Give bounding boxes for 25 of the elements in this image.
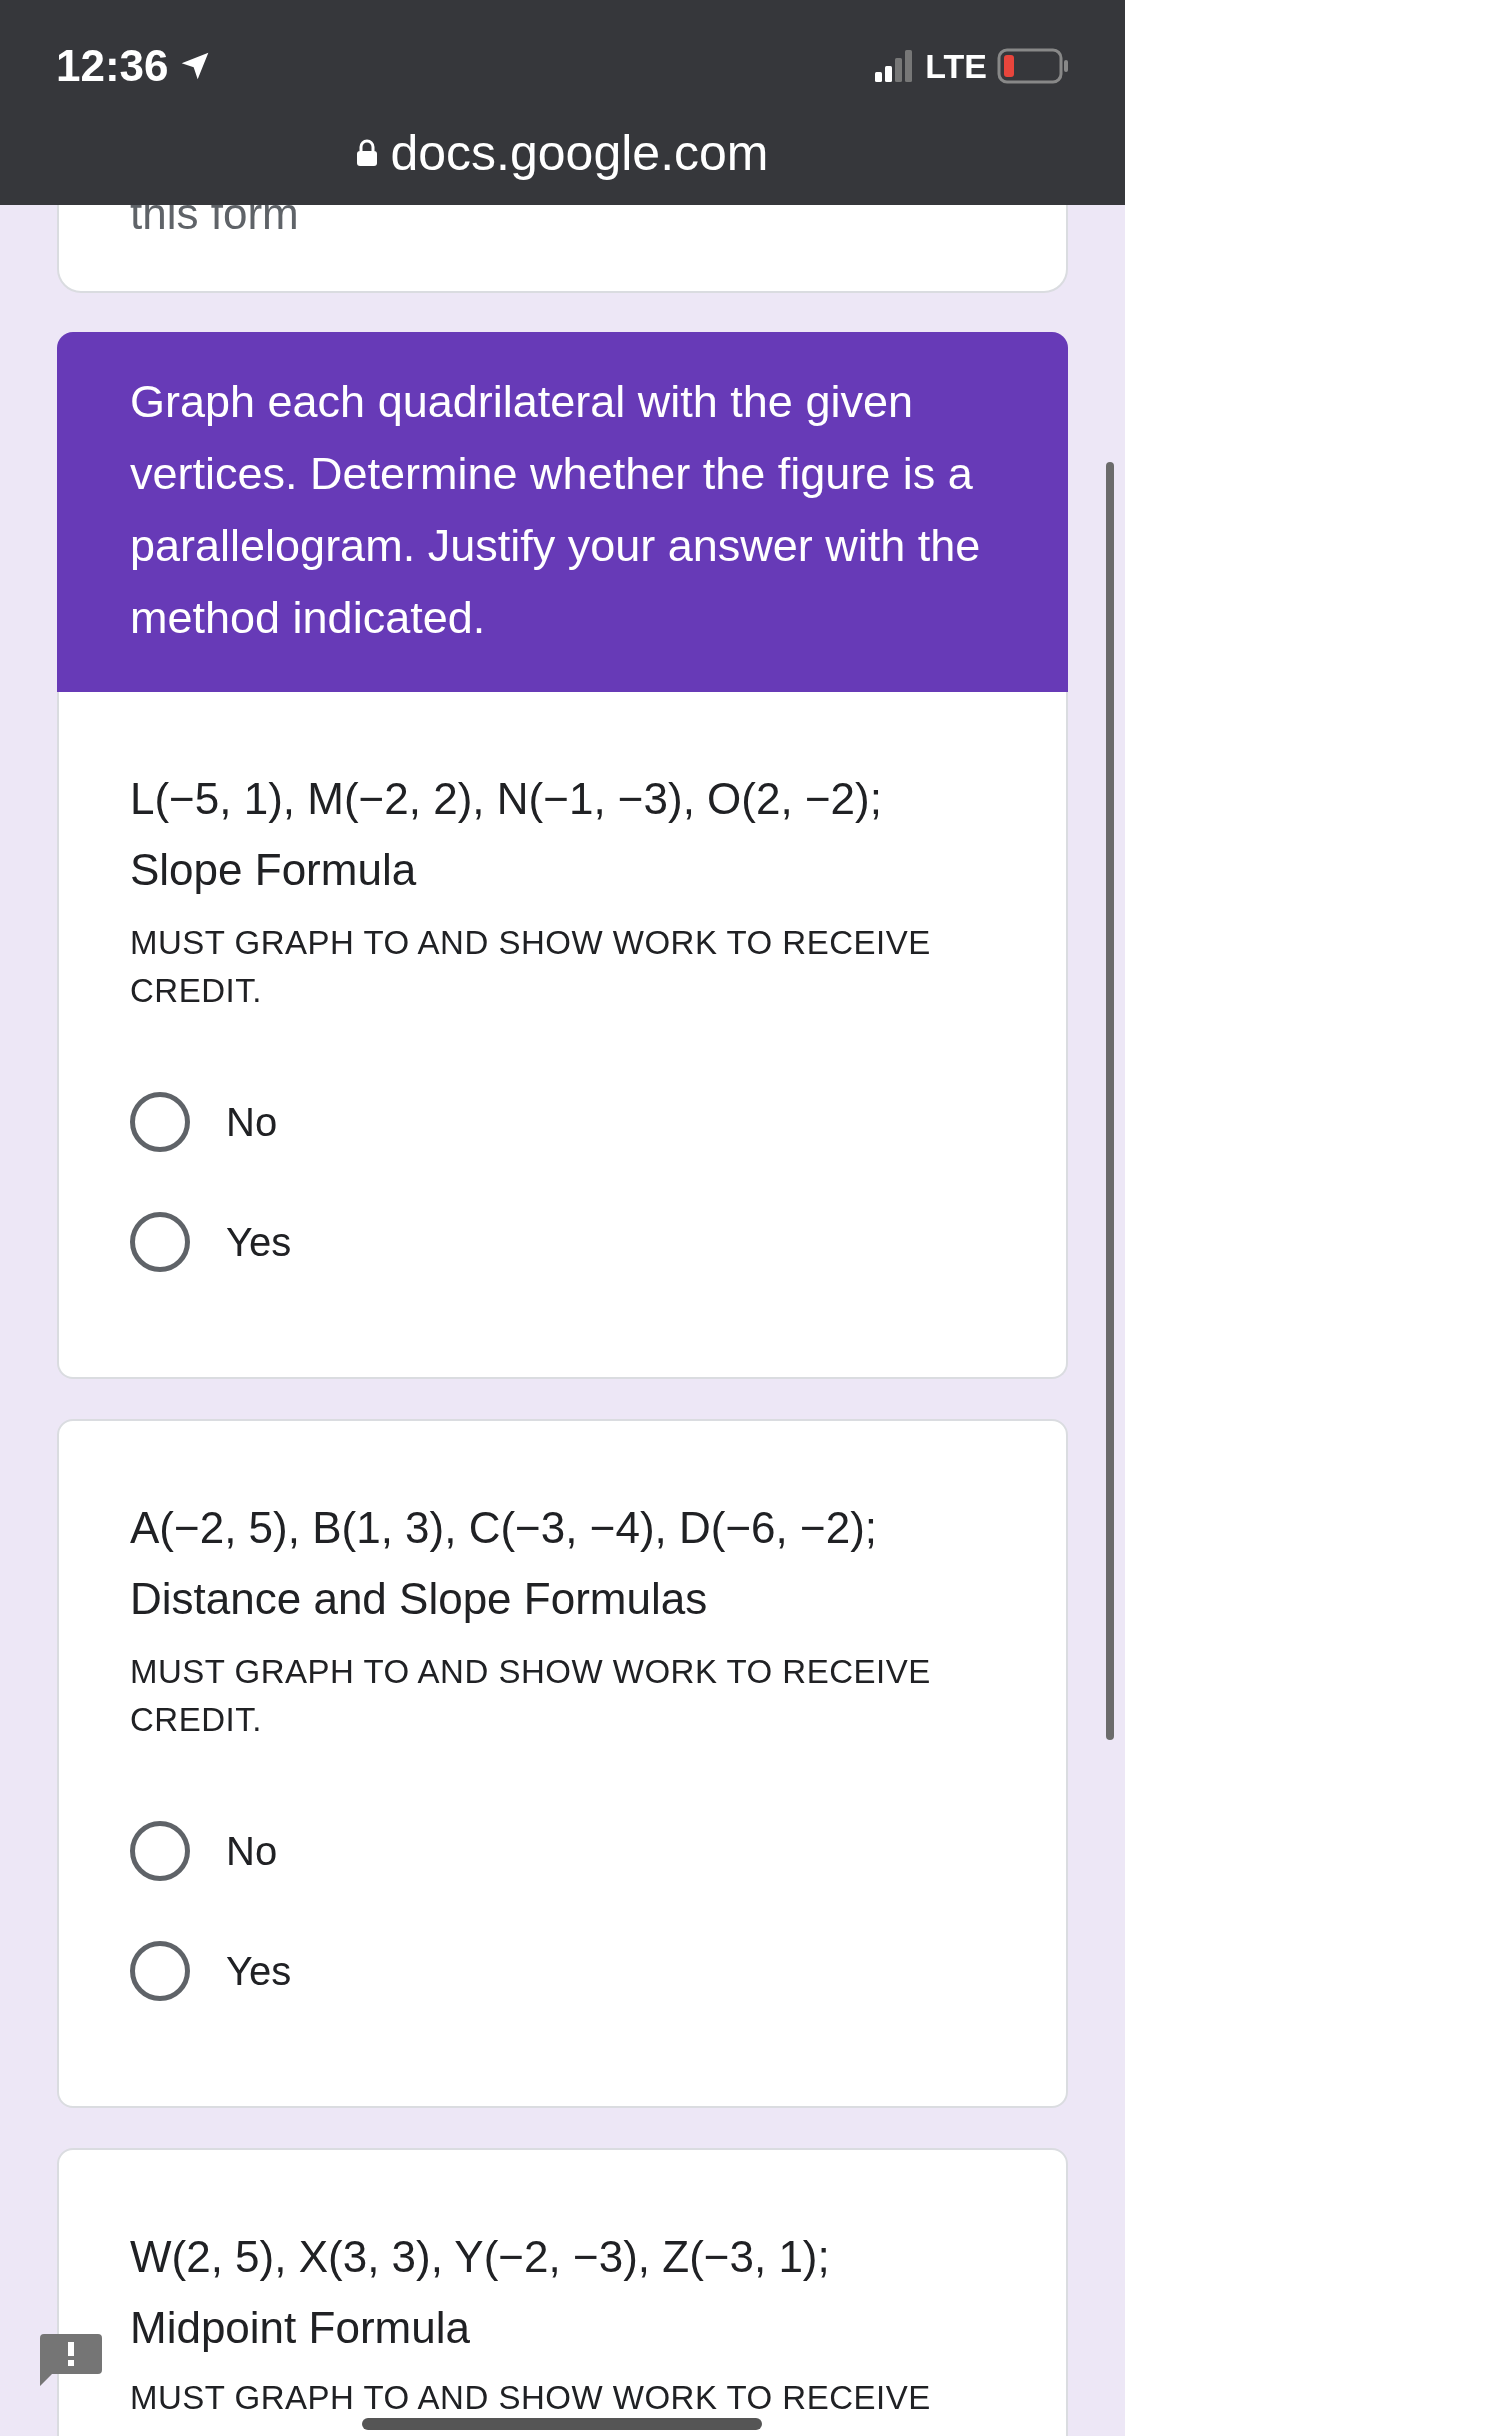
section-description: Graph each quadrilateral with the given vertices. Determine whether the figure is a parallelogram. Justify your answer with the method indicated. — [130, 375, 982, 645]
radio-option[interactable]: No — [130, 1092, 1006, 1152]
radio-option[interactable]: No — [130, 1821, 1006, 1881]
question-method: Slope Formula — [130, 844, 418, 896]
radio-button[interactable] — [130, 1821, 190, 1881]
lock-icon — [356, 139, 379, 167]
url-text[interactable]: docs.google.com — [390, 128, 769, 178]
network-label: LTE — [925, 49, 987, 83]
scrollbar[interactable] — [1106, 462, 1114, 1740]
battery-icon — [997, 48, 1069, 84]
question-description: MUST GRAPH TO AND SHOW WORK TO RECEIVE — [130, 2381, 932, 2415]
question-title: W(2, 5), X(3, 3), Y(−2, −3), Z(−3, 1); — [130, 2231, 831, 2283]
radio-button[interactable] — [130, 1212, 190, 1272]
question-title: L(−5, 1), M(−2, 2), N(−1, −3), O(2, −2); — [130, 773, 883, 825]
clock-time: 12:36 — [56, 44, 169, 88]
question-description: MUST GRAPH TO AND SHOW WORK TO RECEIVE CREDIT. — [130, 1652, 932, 1740]
question-method: Midpoint Formula — [130, 2302, 471, 2354]
question-title: A(−2, 5), B(1, 3), C(−3, −4), D(−6, −2); — [130, 1502, 879, 1554]
radio-button[interactable] — [130, 1092, 190, 1152]
question-method: Distance and Slope Formulas — [130, 1573, 709, 1625]
radio-option[interactable]: Yes — [130, 1941, 1006, 2001]
radio-option[interactable]: Yes — [130, 1212, 1006, 1272]
feedback-icon[interactable] — [40, 2334, 102, 2386]
question-description: MUST GRAPH TO AND SHOW WORK TO RECEIVE CREDIT. — [130, 923, 932, 1011]
radio-button[interactable] — [130, 1941, 190, 2001]
